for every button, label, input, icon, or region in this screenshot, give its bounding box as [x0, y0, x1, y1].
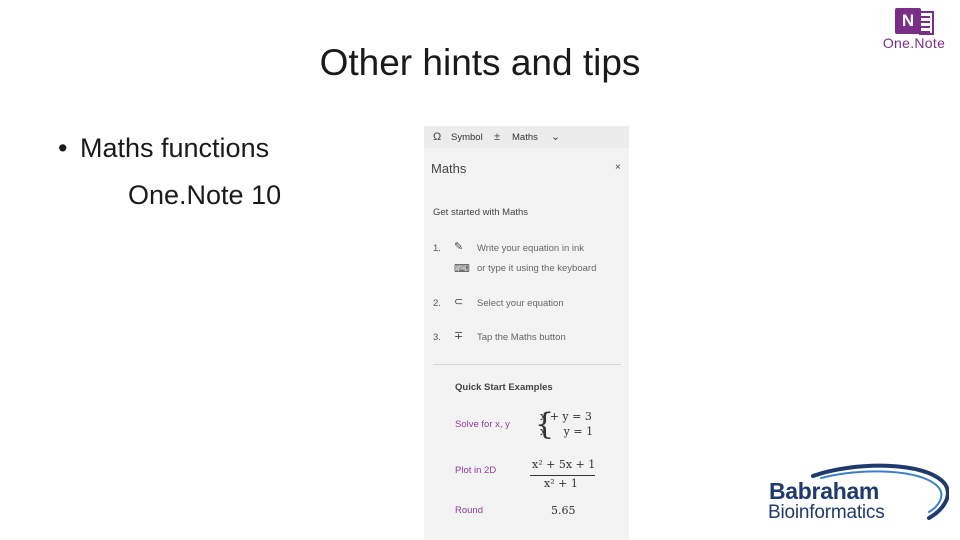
equation-line: x y = 1: [540, 425, 594, 438]
keyboard-icon: ⌨: [454, 263, 470, 275]
symbol-button[interactable]: Symbol: [451, 132, 483, 143]
maths-button[interactable]: Maths: [512, 132, 538, 143]
close-icon[interactable]: ×: [615, 162, 621, 173]
section-divider: [433, 364, 621, 365]
step-text: Select your equation: [477, 298, 564, 309]
step-text: Tap the Maths button: [477, 332, 566, 343]
maths-button-icon: ∓: [454, 330, 464, 342]
example-plot-link[interactable]: Plot in 2D: [455, 465, 496, 476]
example-round-link[interactable]: Round: [455, 505, 483, 516]
pen-icon: ✎: [454, 241, 464, 253]
round-value: 5.65: [551, 504, 576, 517]
bullet-dot: •: [58, 133, 68, 163]
omega-icon: Ω: [433, 131, 442, 143]
onenote-logo-wordmark: One.Note: [882, 35, 946, 51]
example-solve-link[interactable]: Solve for x, y: [455, 419, 510, 430]
sub-item: One.Note 10: [128, 180, 282, 210]
get-started-heading: Get started with Maths: [433, 207, 529, 218]
step-text: Write your equation in ink: [477, 243, 585, 254]
bullet-item: • Maths functions: [58, 133, 269, 164]
maths-panel: Ω Symbol ± Maths ⌄ Maths × Get started w…: [424, 126, 629, 540]
bullet-text: Maths functions: [80, 133, 270, 163]
equation-line: x + y = 3: [540, 410, 592, 423]
chevron-down-icon[interactable]: ⌄: [551, 130, 560, 143]
babraham-logo: Babraham Bioinformatics: [765, 462, 950, 528]
fraction-denominator: x² + 1: [544, 477, 578, 490]
maths-icon: ±: [494, 131, 501, 143]
panel-title: Maths: [431, 161, 467, 176]
step-text: or type it using the keyboard: [477, 263, 597, 274]
fraction-numerator: x² + 5x + 1: [532, 458, 596, 471]
step-number: 1.: [433, 243, 441, 254]
quick-start-heading: Quick Start Examples: [455, 382, 553, 393]
babraham-wordmark: Babraham: [769, 478, 880, 504]
bioinformatics-wordmark: Bioinformatics: [768, 502, 885, 523]
fraction-bar: [530, 475, 595, 476]
onenote-logo: N One.Note: [876, 6, 952, 52]
onenote-logo-tile: N: [895, 8, 921, 34]
lasso-select-icon: ⊂: [454, 296, 464, 308]
step-number: 3.: [433, 332, 441, 343]
onenote-logo-pages: [919, 11, 934, 35]
slide-title: Other hints and tips: [319, 42, 641, 83]
step-number: 2.: [433, 298, 441, 309]
panel-toolbar: Ω Symbol ± Maths ⌄: [424, 126, 629, 148]
